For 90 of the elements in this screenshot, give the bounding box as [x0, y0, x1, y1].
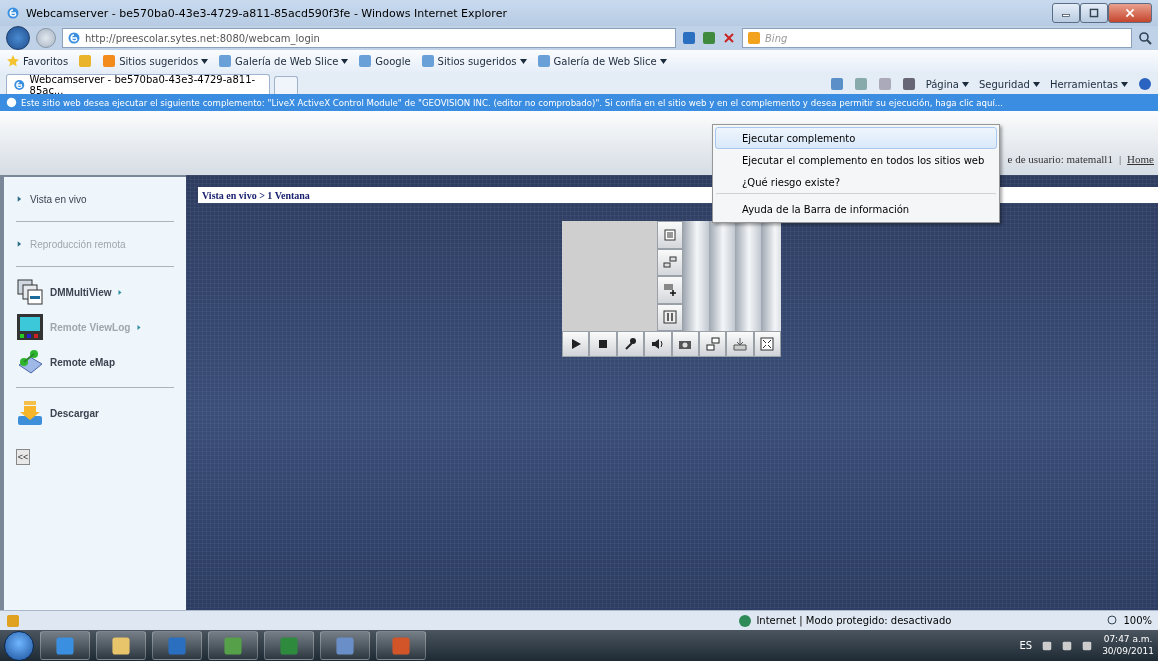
- maximize-icon: [1089, 8, 1099, 18]
- arrow-icon: [16, 195, 24, 203]
- film-strip-icon: [16, 313, 44, 341]
- browser-logo-icon: [6, 6, 20, 20]
- minimize-button[interactable]: [1052, 3, 1080, 23]
- user-text: e de usuario: matemall1: [1007, 153, 1113, 165]
- command-menu[interactable]: Seguridad: [978, 78, 1040, 90]
- browser-page-icon: [67, 31, 81, 45]
- app-icon: [167, 635, 187, 656]
- url-text: http://preescolar.sytes.net:8080/webcam_login: [85, 32, 320, 44]
- maximize-button[interactable]: [1080, 3, 1108, 23]
- collapse-button[interactable]: <<: [16, 449, 30, 465]
- search-icon: [1138, 31, 1152, 45]
- security-zone: Internet | Modo protegido: desactivado: [738, 613, 1039, 628]
- arrow-icon: [16, 240, 24, 248]
- taskbar-app-button[interactable]: [264, 631, 314, 660]
- information-bar[interactable]: [0, 94, 1158, 111]
- io-button[interactable]: [657, 303, 683, 331]
- clock[interactable]: 07:47 a.m. 30/09/2011: [1102, 634, 1154, 657]
- sidebar-item[interactable]: Descargar: [16, 396, 174, 431]
- microphone-button[interactable]: [616, 331, 645, 357]
- app-icon: [335, 635, 355, 656]
- download-tray-icon: [16, 399, 44, 427]
- speaker-button[interactable]: [644, 331, 672, 357]
- sidebar-item[interactable]: Vista en vivo: [16, 185, 174, 222]
- download-tray-icon: [732, 337, 747, 351]
- forward-button[interactable]: [36, 28, 56, 48]
- caret-icon: [1032, 81, 1040, 87]
- taskbar-app-button[interactable]: [40, 631, 90, 660]
- app-icon: [391, 635, 411, 656]
- favorites-link[interactable]: Google: [358, 54, 411, 68]
- caret-icon: [659, 58, 667, 64]
- close-icon: [1125, 8, 1135, 18]
- app-icon: [279, 635, 299, 656]
- info-bar-text: Este sitio web desea ejecutar el siguiente complemento: "LiveX ActiveX Control Module" de "GEOVISION INC. (editor no comprobado)". Si confía en el sitio web y en el complemento y desea permitir su ejecución, haga clic aquí...: [21, 97, 1004, 108]
- favorites-link[interactable]: Galería de Web Slice: [536, 54, 667, 68]
- taskbar-app-button[interactable]: [152, 631, 202, 660]
- list-icon: [663, 227, 677, 242]
- snapshot-button[interactable]: [671, 331, 699, 357]
- start-button[interactable]: [4, 630, 34, 661]
- windows-swap-icon: [705, 337, 720, 351]
- taskbar-app-button[interactable]: [96, 631, 146, 660]
- menu-item[interactable]: Ayuda de la Barra de información: [715, 193, 997, 220]
- stop-icon: [722, 31, 736, 45]
- switch-view-button[interactable]: [698, 331, 727, 357]
- star-icon: [6, 54, 20, 68]
- microphone-icon: [623, 337, 638, 351]
- browser-tab[interactable]: Webcamserver - be570ba0-43e3-4729-a811-85ac...: [6, 74, 270, 94]
- separator-text: |: [1118, 153, 1122, 165]
- play-button[interactable]: [562, 331, 590, 357]
- menu-item[interactable]: Ejecutar el complemento en todos los sitios web: [715, 149, 997, 171]
- favorites-link[interactable]: Galería de Web Slice: [218, 54, 349, 68]
- search-placeholder: Bing: [765, 32, 788, 44]
- browser-page-icon: [13, 77, 26, 92]
- app-icon: [223, 635, 243, 656]
- back-button[interactable]: [6, 26, 30, 50]
- caret-icon: [201, 58, 209, 64]
- taskbar-app-button[interactable]: [208, 631, 258, 660]
- command-menu[interactable]: Herramientas: [1049, 78, 1128, 90]
- address-field[interactable]: http://preescolar.sytes.net:8080/webcam_login: [62, 28, 676, 48]
- windows-stack-icon: [16, 278, 44, 306]
- favorites-link[interactable]: Sitios sugeridos: [420, 54, 527, 68]
- stop-button[interactable]: [589, 331, 617, 357]
- window-title: Webcamserver - be570ba0-43e3-4729-a811-85acd590f3fe - Windows Internet Explorer: [26, 6, 508, 20]
- caret-icon: [341, 58, 349, 64]
- map-pins-icon: [16, 348, 44, 376]
- favorites-link[interactable]: Sitios sugeridos: [102, 54, 209, 68]
- app-icon: [55, 635, 75, 656]
- zoom-button[interactable]: 100%: [1106, 613, 1152, 628]
- menu-item[interactable]: Ejecutar complemento: [715, 127, 997, 149]
- home-link[interactable]: Home: [1127, 153, 1154, 165]
- command-menu[interactable]: Página: [925, 78, 969, 90]
- fullscreen-icon: [760, 337, 775, 351]
- close-button[interactable]: [1108, 3, 1152, 23]
- sidebar-item[interactable]: DMMultiView: [16, 275, 174, 310]
- list-button[interactable]: [657, 221, 683, 249]
- fullscreen-button[interactable]: [753, 331, 781, 357]
- favorites-button[interactable]: Favoritos: [6, 54, 69, 68]
- caret-icon: [1121, 81, 1128, 87]
- language-indicator[interactable]: ES: [1019, 640, 1033, 651]
- camera-move-icon: [663, 282, 677, 297]
- ptz-button[interactable]: [657, 276, 683, 304]
- taskbar-app-button[interactable]: [320, 631, 370, 660]
- app-icon: [111, 635, 131, 656]
- taskbar-app-button[interactable]: [376, 631, 426, 660]
- swap-icon: [663, 255, 677, 270]
- caret-icon: [961, 81, 969, 87]
- sidebar-item[interactable]: Remote eMap: [16, 345, 174, 388]
- save-button[interactable]: [726, 331, 754, 357]
- caret-icon: [519, 58, 527, 64]
